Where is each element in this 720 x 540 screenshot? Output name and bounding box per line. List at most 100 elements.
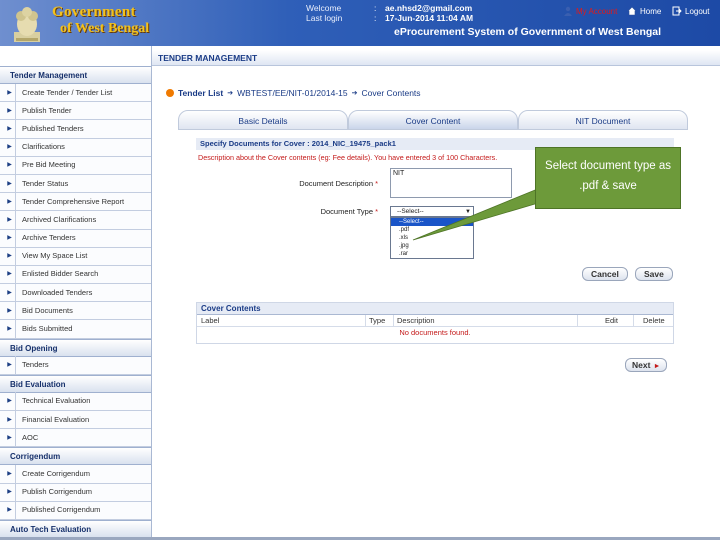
column-divider [633, 315, 634, 327]
sidebar-item-label: View My Space List [22, 251, 88, 261]
sidebar-item[interactable]: ▶ Technical Evaluation [0, 392, 151, 411]
cancel-button[interactable]: Cancel [582, 267, 628, 281]
breadcrumb-tender-list[interactable]: Tender List [178, 88, 223, 98]
sidebar-item-label: Published Corrigendum [22, 505, 101, 515]
page-title: TENDER MANAGEMENT [152, 50, 720, 66]
sidebar-item[interactable]: ▶ Publish Corrigendum [0, 483, 151, 502]
sidebar-item[interactable]: ▶ Published Tenders [0, 119, 151, 139]
sidebar-item-label: Enlisted Bidder Search [22, 269, 99, 279]
home-link[interactable]: Home [627, 6, 661, 16]
select-value: --Select-- [397, 208, 424, 215]
cover-contents-title: Cover Contents [197, 303, 673, 315]
chevron-right-icon: ▶ [4, 265, 16, 284]
sidebar-item[interactable]: ▶ Archive Tenders [0, 229, 151, 248]
emblem-icon [14, 7, 40, 42]
tab-cover-content[interactable]: Cover Content [348, 110, 518, 130]
sidebar-section-header[interactable]: Tender Management [0, 66, 151, 84]
sidebar-item[interactable]: ▶ Create Corrigendum [0, 464, 151, 484]
option-select[interactable]: --Select-- [391, 218, 473, 226]
breadcrumb-current: Cover Contents [361, 88, 421, 98]
doc-description-input[interactable]: NIT [390, 168, 512, 198]
chevron-right-icon: ▶ [4, 301, 16, 320]
doc-type-label: Document Type * [258, 207, 378, 216]
my-account-label: My Account [576, 6, 618, 16]
tab-nit-document[interactable]: NIT Document [518, 110, 688, 130]
description-note: Description about the Cover contents (eg… [198, 153, 498, 162]
cover-contents-table: Cover Contents Label Type Description Ed… [196, 302, 674, 344]
welcome-email: ae.nhsd2@gmail.com [385, 3, 473, 13]
system-title: eProcurement System of Government of Wes… [394, 26, 662, 38]
chevron-right-icon: ▶ [4, 356, 16, 375]
sidebar-section-header[interactable]: Corrigendum [0, 447, 151, 466]
breadcrumb-arrow-icon: ➔ [227, 90, 234, 97]
option-pdf[interactable]: .pdf [391, 226, 473, 234]
sidebar-item-label: Archive Tenders [22, 233, 76, 243]
tab-bar: Basic Details Cover Content NIT Document [178, 110, 688, 130]
home-icon [627, 6, 637, 16]
option-jpg[interactable]: .jpg [391, 242, 473, 250]
chevron-down-icon: ▼ [465, 209, 471, 215]
sidebar-section-header[interactable]: Bid Evaluation [0, 374, 151, 393]
sidebar-item-label: Publish Tender [22, 105, 72, 115]
sidebar-item[interactable]: ▶ Create Tender / Tender List [0, 83, 151, 103]
breadcrumb: Tender List ➔ WBTEST/EE/NIT-01/2014-15 ➔… [166, 88, 421, 98]
bullet-icon [166, 89, 174, 97]
logout-link[interactable]: Logout [672, 6, 709, 16]
sidebar-item[interactable]: ▶ AOC [0, 428, 151, 448]
column-divider [393, 315, 394, 327]
column-divider [577, 315, 578, 327]
tab-basic-details[interactable]: Basic Details [178, 110, 348, 130]
sidebar-item-label: AOC [22, 432, 39, 442]
chevron-right-icon: ▶ [4, 119, 16, 138]
sidebar-item[interactable]: ▶ Pre Bid Meeting [0, 156, 151, 175]
sidebar-item-label: Tenders [22, 360, 49, 370]
sidebar-top-spacer [0, 46, 151, 66]
sidebar-item[interactable]: ▶ Tender Status [0, 174, 151, 194]
sidebar-item[interactable]: ▶ Tenders [0, 356, 151, 375]
chevron-right-icon: ▶ [4, 410, 16, 429]
sidebar-item-label: Tender Status [22, 178, 69, 188]
table-header: Label Type Description Edit Delete [197, 315, 673, 327]
main-content: TENDER MANAGEMENT Tender List ➔ WBTEST/E… [152, 46, 720, 540]
sidebar-item-label: Downloaded Tenders [22, 287, 93, 297]
sidebar-item[interactable]: ▶ View My Space List [0, 247, 151, 266]
doc-type-text: Document Type [320, 207, 373, 216]
chevron-right-icon: ▶ [4, 483, 16, 502]
next-label: Next [632, 360, 651, 370]
required-mark: * [375, 179, 378, 188]
last-login-value: 17-Jun-2014 11:04 AM [385, 13, 474, 23]
sidebar-item[interactable]: ▶ Enlisted Bidder Search [0, 265, 151, 285]
sidebar-item-label: Create Corrigendum [22, 468, 90, 478]
sidebar-item[interactable]: ▶ Tender Comprehensive Report [0, 192, 151, 212]
next-button[interactable]: Next ► [625, 358, 668, 372]
chevron-right-icon: ▶ [4, 320, 16, 339]
col-edit: Edit [605, 316, 618, 325]
sidebar-item[interactable]: ▶ Downloaded Tenders [0, 283, 151, 303]
sidebar-section-header[interactable]: Auto Tech Evaluation [0, 519, 151, 538]
sidebar-item[interactable]: ▶ Financial Evaluation [0, 410, 151, 430]
sidebar-item[interactable]: ▶ Published Corrigendum [0, 501, 151, 520]
option-xls[interactable]: .xls [391, 234, 473, 242]
my-account-link[interactable]: My Account [563, 6, 617, 16]
doc-type-dropdown: --Select-- .pdf .xls .jpg .rar [390, 217, 474, 259]
sidebar-item[interactable]: ▶ Bid Documents [0, 301, 151, 321]
sidebar-item[interactable]: ▶ Clarifications [0, 138, 151, 157]
column-divider [365, 315, 366, 327]
sidebar-item-label: Tender Comprehensive Report [22, 196, 125, 206]
sidebar-section-header[interactable]: Bid Opening [0, 338, 151, 357]
sidebar-item[interactable]: ▶ Archived Clarifications [0, 210, 151, 230]
option-rar[interactable]: .rar [391, 250, 473, 258]
doc-type-select[interactable]: --Select-- ▼ [390, 206, 474, 217]
sidebar-item-label: Pre Bid Meeting [22, 160, 76, 170]
sidebar-item[interactable]: ▶ Bids Submitted [0, 320, 151, 339]
col-type: Type [369, 316, 386, 325]
sidebar-item[interactable]: ▶ Publish Tender [0, 101, 151, 121]
save-button[interactable]: Save [635, 267, 673, 281]
user-icon [564, 6, 572, 16]
sidebar-item-label: Archived Clarifications [22, 214, 97, 224]
callout-text: Select document type as .pdf & save [545, 160, 671, 192]
sidebar-menu: Tender Management ▶ Create Tender / Tender… [0, 66, 151, 538]
sidebar-item-label: Bids Submitted [22, 324, 73, 334]
sidebar-item-label: Bid Documents [22, 305, 73, 315]
required-mark: * [375, 207, 378, 216]
